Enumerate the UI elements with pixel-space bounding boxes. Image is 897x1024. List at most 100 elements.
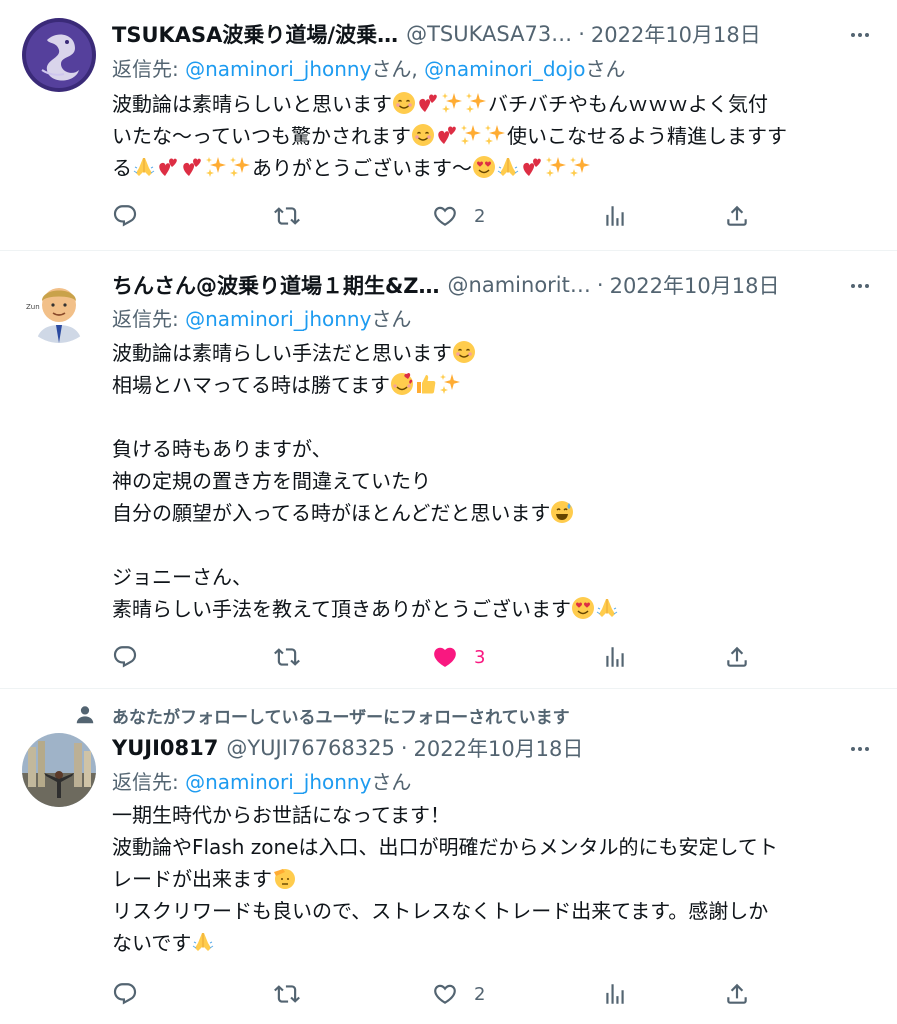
avatar[interactable]: Zun [22, 269, 96, 343]
tweet-text-line [112, 401, 875, 433]
hearts-emoji [520, 155, 544, 179]
tweet[interactable]: Zun ちんさん@波乗り道場１期生&Z… @naminorit… · 2022年… [0, 251, 897, 688]
sparkles-emoji [568, 155, 592, 179]
tweet-date[interactable]: 2022年10月18日 [591, 19, 761, 49]
views-button[interactable] [602, 641, 628, 673]
retweet-button[interactable] [274, 641, 300, 673]
views-button[interactable] [602, 978, 628, 1010]
svg-text:Zun: Zun [26, 303, 40, 311]
hearts-emoji [156, 155, 180, 179]
retweet-icon [274, 981, 300, 1007]
hearts-emoji [416, 91, 440, 115]
tweet-text-line: 神の定規の置き方を間違えていたり [112, 469, 431, 493]
tweet[interactable]: TSUKASA波乗り道場/波乗… @TSUKASA73… · 2022年10月1… [0, 0, 897, 250]
folded-hands-emoji [132, 155, 156, 179]
more-button[interactable] [845, 20, 875, 50]
reply-context: 返信先: @naminori_jhonnyさん, @naminori_dojoさ… [112, 54, 626, 84]
reply-button[interactable] [112, 641, 138, 673]
smiling-face-with-hearts-emoji [571, 596, 595, 620]
tweet-text-line: ジョニーさん、 [112, 565, 252, 589]
share-button[interactable] [724, 978, 750, 1010]
retweet-icon [274, 203, 300, 229]
social-context-text: あなたがフォローしているユーザーにフォローされています [112, 707, 570, 728]
folded-hands-emoji [496, 155, 520, 179]
like-button[interactable]: 3 [432, 641, 485, 673]
views-icon [602, 981, 628, 1007]
author-handle[interactable]: @YUJI76768325 [226, 736, 394, 760]
share-icon [724, 203, 750, 229]
tweet-text-line: 波動論やFlash zoneは入口、出口が明確だからメンタル的にも安定してト [112, 835, 778, 859]
tweet-text-line: 負ける時もありますが、 [112, 437, 332, 461]
reply-suffix: さん [585, 57, 626, 81]
tweet-text-line: リスクリワードも良いので、ストレスなくトレード出来てます。感謝しか [112, 899, 769, 923]
reply-mention[interactable]: @naminori_jhonny [185, 770, 371, 794]
reply-suffix: さん [371, 770, 412, 794]
avatar[interactable] [22, 18, 96, 92]
more-button[interactable] [845, 734, 875, 764]
more-icon [848, 274, 872, 298]
tweet-text: 一期生時代からお世話になってます！ 波動論やFlash zoneは入口、出口が明… [112, 799, 875, 959]
reply-mention[interactable]: @naminori_jhonny [185, 57, 371, 81]
sparkles-emoji [228, 155, 252, 179]
tweet-text-line: レードが出来ます [112, 867, 272, 891]
tweet-date[interactable]: 2022年10月18日 [414, 733, 584, 763]
tweet-text-line: る [112, 156, 132, 180]
like-count: 2 [474, 205, 486, 227]
share-icon [724, 644, 750, 670]
tweet-text-line: いたな〜っていつも驚かされます [112, 124, 411, 148]
smiling-face-with-hearts-emoji [472, 155, 496, 179]
like-button[interactable]: 2 [432, 978, 485, 1010]
reply-context: 返信先: @naminori_jhonnyさん [112, 304, 411, 334]
sparkles-emoji [440, 91, 464, 115]
views-icon [602, 203, 628, 229]
author-name[interactable]: YUJI0817 [112, 736, 218, 760]
saluting-face-emoji [272, 866, 296, 890]
share-icon [724, 981, 750, 1007]
tweet-date[interactable]: 2022年10月18日 [610, 270, 780, 300]
share-button[interactable] [724, 200, 750, 232]
like-icon [432, 203, 458, 229]
author-name[interactable]: TSUKASA波乗り道場/波乗… [112, 19, 398, 49]
reply-mention[interactable]: @naminori_jhonny [185, 307, 371, 331]
retweet-button[interactable] [274, 200, 300, 232]
tweet[interactable]: あなたがフォローしているユーザーにフォローされています YUJI0817 @YU… [0, 689, 897, 1024]
reply-context: 返信先: @naminori_jhonnyさん [112, 767, 411, 797]
person-icon [74, 704, 96, 726]
reply-suffix: さん [371, 307, 412, 331]
tweet-text-line: 波動論は素晴らしいと思います [112, 92, 392, 116]
reply-label: 返信先: [112, 57, 179, 81]
tweet-text: 波動論は素晴らしいと思います バチバチやもんｗｗｗよく気付 いたな〜っていつも驚か… [112, 88, 875, 184]
like-icon [432, 981, 458, 1007]
reply-button[interactable] [112, 200, 138, 232]
smiling-face-emoji [411, 123, 435, 147]
folded-hands-emoji [595, 596, 619, 620]
author-handle[interactable]: @naminorit… [448, 273, 591, 297]
reply-button[interactable] [112, 978, 138, 1010]
tweet-actions: 3 [112, 641, 772, 673]
share-button[interactable] [724, 641, 750, 673]
more-button[interactable] [845, 271, 875, 301]
separator: · [596, 273, 604, 297]
views-button[interactable] [602, 200, 628, 232]
reply-mention[interactable]: @naminori_dojo [424, 57, 585, 81]
author-handle[interactable]: @TSUKASA73… [406, 22, 572, 46]
like-icon [432, 644, 458, 670]
reply-icon [112, 981, 138, 1007]
tweet-actions: 2 [112, 978, 772, 1010]
tweet-text-line: ないです [112, 931, 192, 955]
author-name[interactable]: ちんさん@波乗り道場１期生&Z… [112, 270, 440, 300]
heart-eyes-emoji [390, 372, 414, 396]
tweet-text-line: 素晴らしい手法を教えて頂きありがとうございます [112, 597, 571, 621]
thumbs-up-emoji [414, 372, 438, 396]
retweet-button[interactable] [274, 978, 300, 1010]
tweet-text-line: 波動論は素晴らしい手法だと思います [112, 341, 452, 365]
separator: · [578, 22, 585, 46]
reply-icon [112, 203, 138, 229]
reply-suffix: さん, [371, 57, 425, 81]
tweet-text-line: 一期生時代からお世話になってます！ [112, 803, 450, 827]
retweet-icon [274, 644, 300, 670]
avatar[interactable] [22, 733, 96, 807]
views-icon [602, 644, 628, 670]
reply-label: 返信先: [112, 307, 179, 331]
like-button[interactable]: 2 [432, 200, 485, 232]
